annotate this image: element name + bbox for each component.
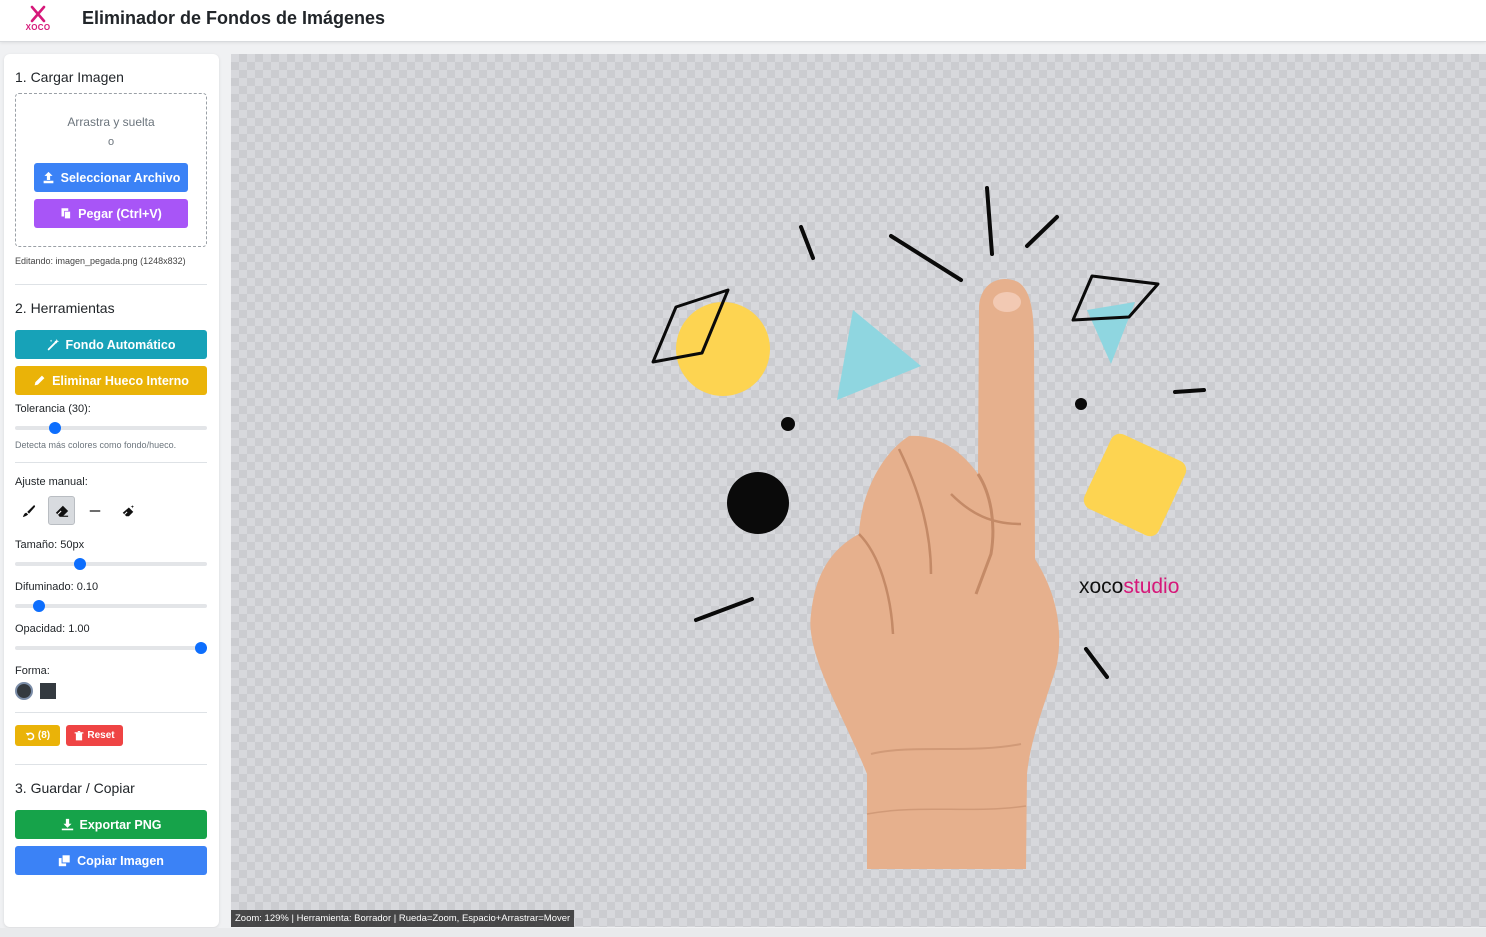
copy-icon <box>58 854 71 867</box>
paste-icon <box>61 208 72 220</box>
undo-button[interactable]: (8) <box>15 725 60 746</box>
size-slider[interactable] <box>15 558 207 570</box>
status-bar: Zoom: 129% | Herramienta: Borrador | Rue… <box>231 910 575 927</box>
dropzone-text: Arrastra y suelta <box>67 115 155 129</box>
pencil-icon <box>34 375 45 386</box>
line-tool-button[interactable] <box>81 496 108 525</box>
app-header: XOCO Eliminador de Fondos de Imágenes <box>0 0 1486 42</box>
export-png-label: Exportar PNG <box>79 817 162 832</box>
watermark-text: xocostudio <box>1079 575 1179 598</box>
reset-button[interactable]: Reset <box>66 725 123 746</box>
small-black-dot <box>1075 398 1087 410</box>
select-file-button[interactable]: Seleccionar Archivo <box>34 163 188 192</box>
divider <box>15 462 207 463</box>
manual-adjust-label: Ajuste manual: <box>15 476 88 488</box>
remove-hole-label: Eliminar Hueco Interno <box>52 373 189 388</box>
small-black-dot <box>781 417 795 431</box>
opacity-label: Opacidad: 1.00 <box>15 623 90 635</box>
magic-wand-icon <box>47 338 59 351</box>
tolerance-slider-thumb[interactable] <box>49 422 62 434</box>
logo-text: XOCO <box>25 23 51 32</box>
tools-sidebar: 1. Cargar Imagen Arrastra y suelta o Sel… <box>4 54 219 927</box>
eraser-icon <box>55 505 68 517</box>
undo-icon <box>25 732 35 740</box>
editing-file-note: Editando: imagen_pegada.png (1248x832) <box>15 256 186 266</box>
bottom-bar <box>0 928 1486 937</box>
dropzone-or-text: o <box>107 136 115 148</box>
app-title: Eliminador de Fondos de Imágenes <box>82 8 386 28</box>
size-label: Tamaño: 50px <box>15 539 85 551</box>
small-teal-triangle <box>1087 302 1135 364</box>
image-canvas[interactable]: xocostudio <box>231 54 1486 927</box>
undo-count: (8) <box>37 730 51 741</box>
brush-icon <box>22 504 35 517</box>
yellow-square <box>1083 433 1187 537</box>
feather-slider-thumb[interactable] <box>33 600 45 612</box>
logo-x-icon <box>30 5 46 23</box>
paste-button[interactable]: Pegar (Ctrl+V) <box>34 199 188 228</box>
opacity-slider-thumb[interactable] <box>195 642 208 654</box>
paste-label: Pegar (Ctrl+V) <box>78 206 162 221</box>
copy-image-label: Copiar Imagen <box>77 853 164 868</box>
section-load-title: 1. Cargar Imagen <box>15 69 124 85</box>
divider <box>15 712 207 713</box>
section-tools-title: 2. Herramientas <box>15 300 115 316</box>
teal-triangle <box>837 310 921 400</box>
divider <box>15 764 207 765</box>
magic-eraser-icon <box>122 504 134 516</box>
export-png-button[interactable]: Exportar PNG <box>15 810 207 839</box>
divider <box>15 284 207 285</box>
auto-background-button[interactable]: Fondo Automático <box>15 330 207 359</box>
upload-icon <box>43 171 53 184</box>
magic-eraser-tool-button[interactable] <box>114 496 141 525</box>
tolerance-label: Tolerancia (30): <box>15 403 91 415</box>
remove-hole-button[interactable]: Eliminar Hueco Interno <box>15 366 207 395</box>
feather-label: Difuminado: 0.10 <box>15 581 99 593</box>
trash-icon <box>75 730 84 740</box>
line-icon <box>89 509 100 512</box>
tolerance-note: Detecta más colores como fondo/hueco. <box>15 440 177 450</box>
tolerance-slider[interactable] <box>15 422 207 434</box>
edited-image: xocostudio <box>651 186 1206 869</box>
brush-tool-button[interactable] <box>15 496 42 525</box>
reset-label: Reset <box>87 730 115 741</box>
yellow-circle <box>676 302 770 396</box>
eraser-tool-button[interactable] <box>48 496 75 525</box>
opacity-slider[interactable] <box>15 642 208 654</box>
select-file-label: Seleccionar Archivo <box>60 170 181 185</box>
auto-background-label: Fondo Automático <box>65 337 176 352</box>
shape-label: Forma: <box>15 665 50 677</box>
circle-shape-option[interactable] <box>15 682 33 700</box>
app-logo: XOCO <box>24 5 52 33</box>
square-shape-option[interactable] <box>40 683 56 699</box>
feather-slider[interactable] <box>15 600 207 612</box>
download-icon <box>61 818 73 831</box>
copy-image-button[interactable]: Copiar Imagen <box>15 846 207 875</box>
size-slider-thumb[interactable] <box>74 558 87 570</box>
section-save-title: 3. Guardar / Copiar <box>15 780 135 796</box>
big-black-dot <box>727 472 789 534</box>
